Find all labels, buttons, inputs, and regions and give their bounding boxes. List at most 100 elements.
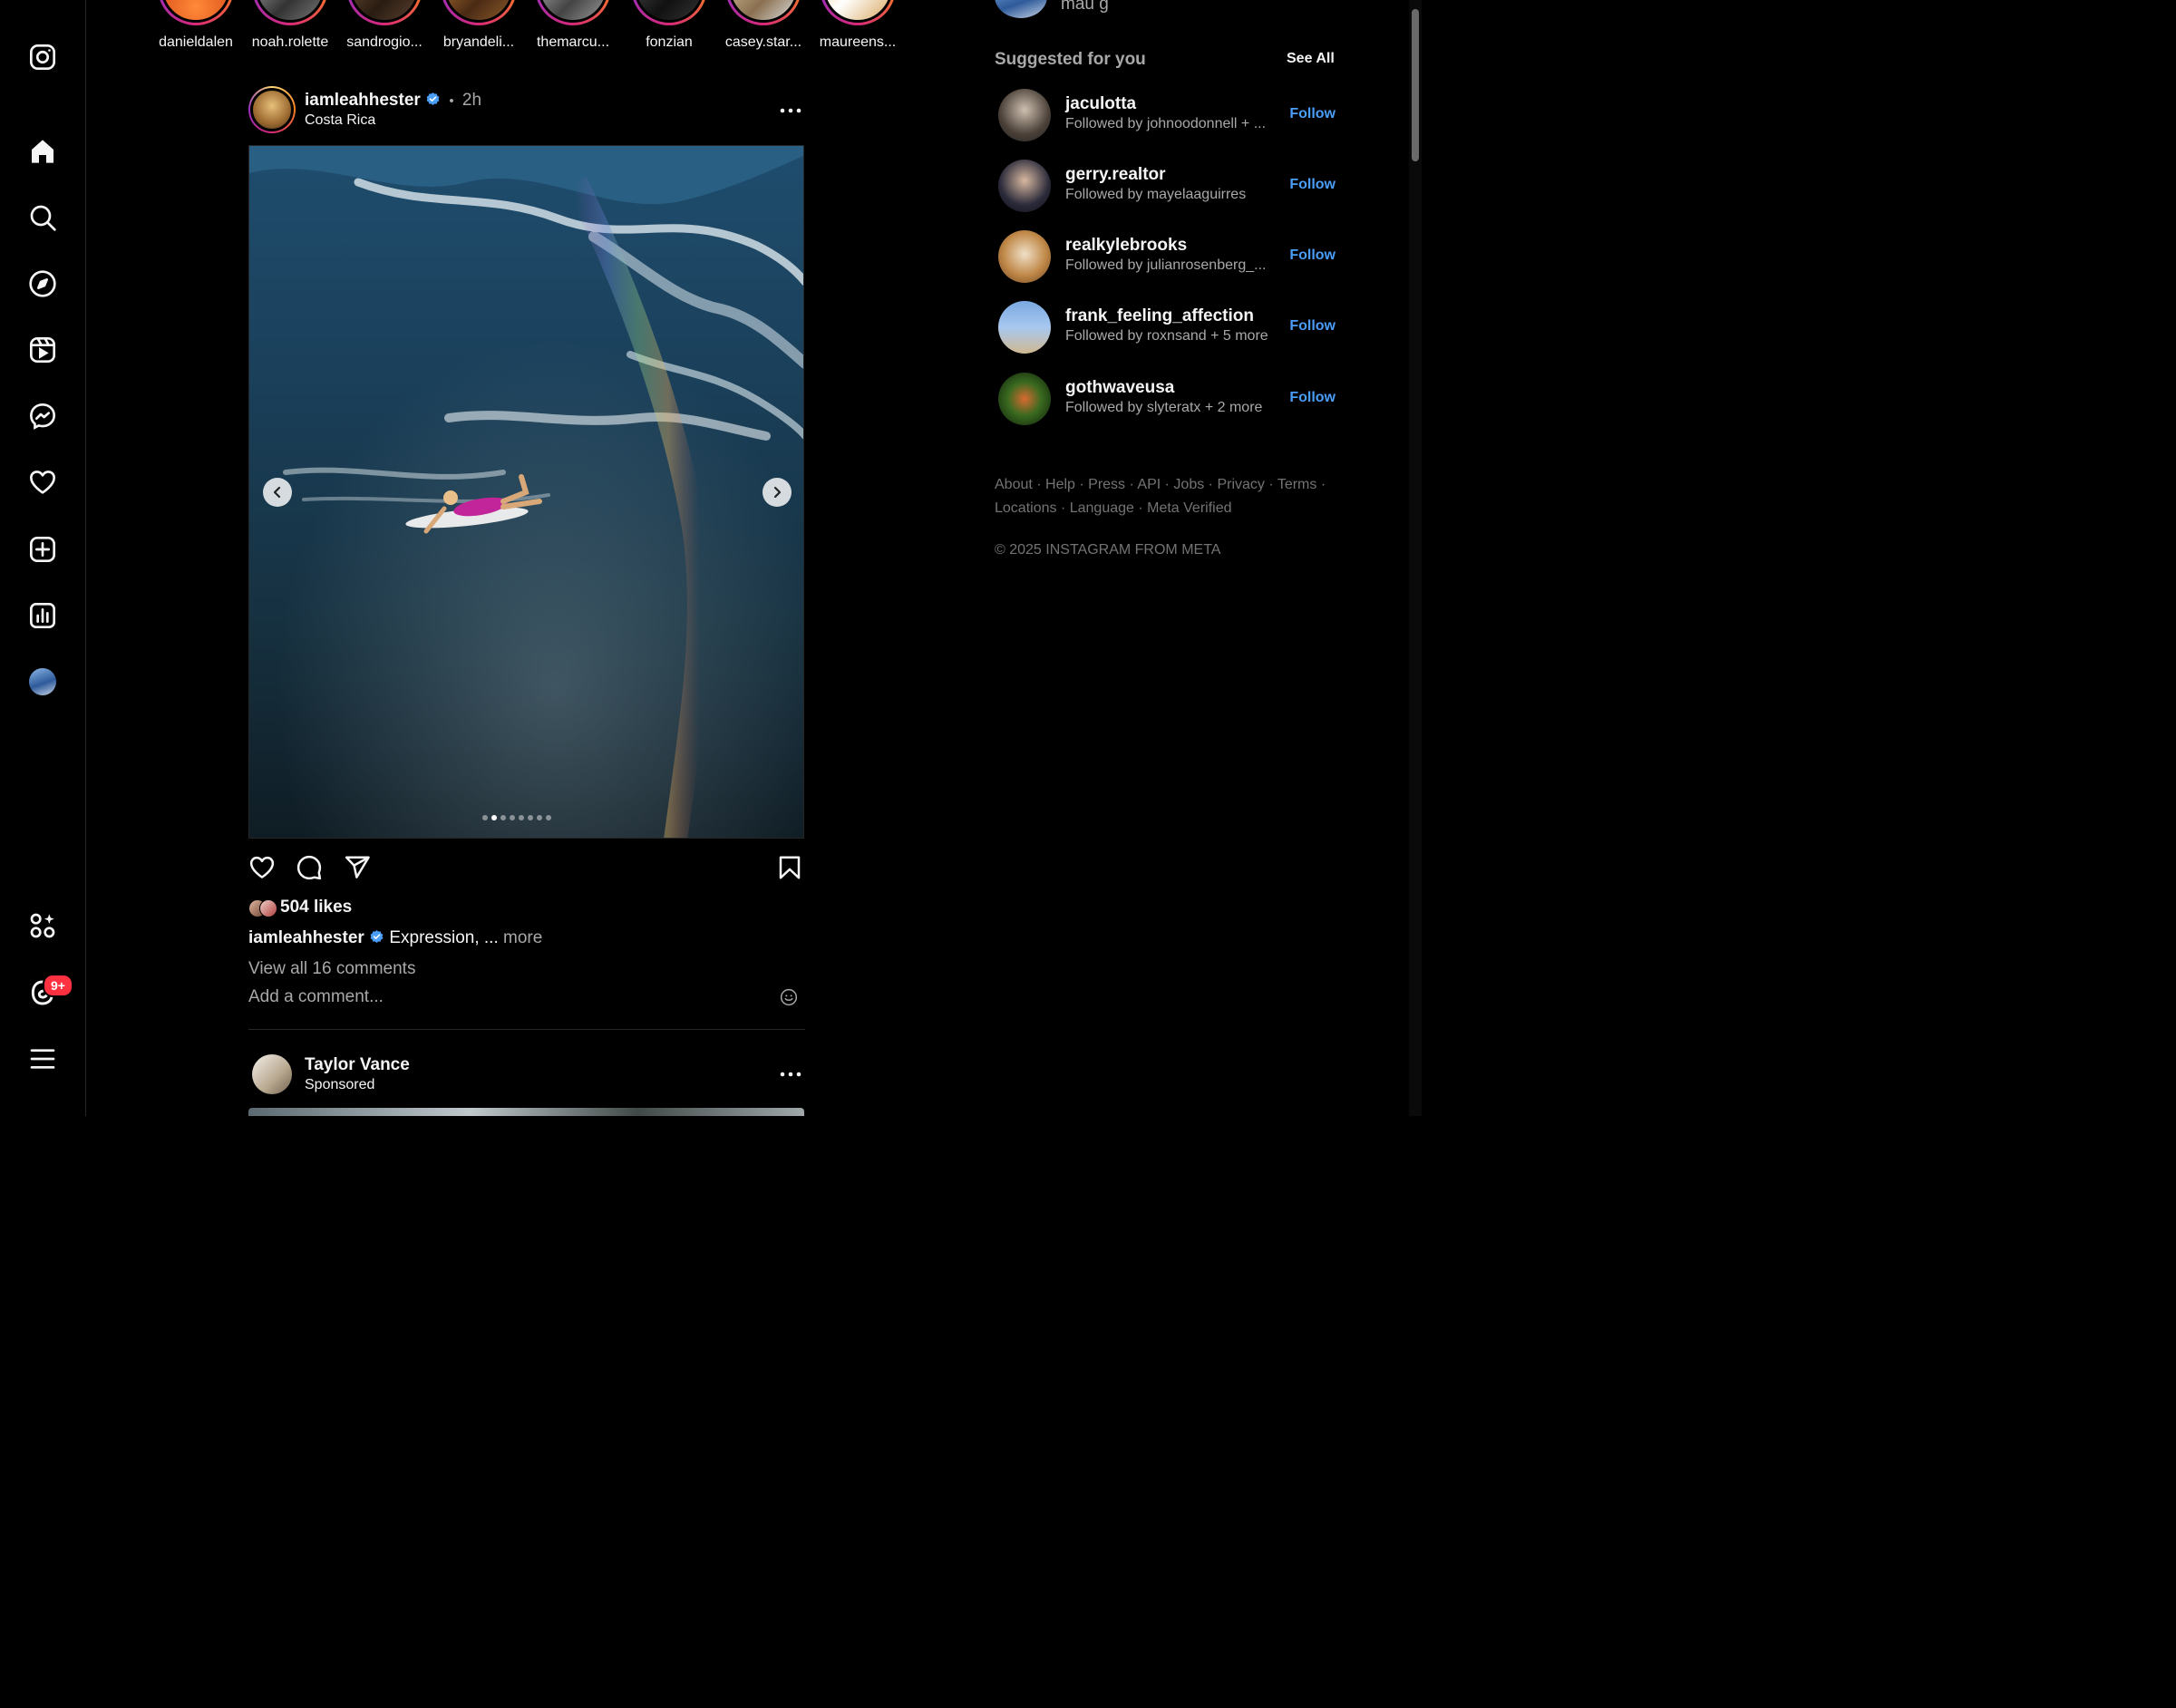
liker-avatars [248, 899, 277, 917]
carousel-next-button[interactable] [763, 478, 792, 507]
post-username[interactable]: iamleahhester [305, 91, 421, 110]
footer-separator: · [1032, 477, 1046, 492]
suggestion-username[interactable]: frank_feeling_affection [1065, 306, 1254, 326]
suggestion-row: jaculotta Followed by johnoodonnell + ..… [998, 89, 1336, 143]
current-user-avatar[interactable] [995, 0, 1047, 18]
story-item[interactable]: themarcu... [528, 0, 618, 51]
add-comment-input[interactable]: Add a comment... [248, 987, 756, 1007]
caption-more-link[interactable]: more [503, 928, 542, 947]
footer-link[interactable]: Language [1070, 500, 1134, 516]
footer-link[interactable]: Meta Verified [1147, 500, 1231, 516]
footer-link[interactable]: Locations [995, 500, 1057, 516]
suggestion-username[interactable]: gothwaveusa [1065, 378, 1174, 398]
footer-links: About · Help · Press · API · Jobs · Priv… [995, 473, 1339, 520]
suggestion-avatar[interactable] [998, 160, 1051, 212]
suggestion-row: gothwaveusa Followed by slyteratx + 2 mo… [998, 373, 1336, 427]
suggestion-avatar[interactable] [998, 301, 1051, 354]
suggestion-username[interactable]: gerry.realtor [1065, 165, 1166, 185]
suggestion-avatar[interactable] [998, 89, 1051, 141]
carousel-dot [482, 815, 488, 820]
notification-badge: 9+ [43, 974, 73, 997]
like-heart-icon[interactable] [248, 854, 277, 883]
reels-icon[interactable] [26, 334, 59, 366]
story-item[interactable]: maureens... [812, 0, 903, 51]
story-item[interactable]: casey.star... [718, 0, 809, 51]
suggestion-username[interactable]: jaculotta [1065, 94, 1136, 114]
follow-button[interactable]: Follow [1289, 177, 1336, 193]
suggestion-row: gerry.realtor Followed by mayelaaguirres… [998, 160, 1336, 214]
suggestion-row: frank_feeling_affection Followed by roxn… [998, 301, 1336, 355]
create-icon[interactable] [26, 533, 59, 566]
story-item[interactable]: bryandeli... [433, 0, 524, 51]
see-all-link[interactable]: See All [1287, 51, 1335, 67]
menu-icon[interactable] [26, 1043, 59, 1075]
comment-icon[interactable] [296, 854, 325, 883]
home-icon[interactable] [26, 135, 59, 168]
footer-link[interactable]: Press [1088, 477, 1125, 492]
carousel-dot [510, 815, 515, 820]
share-icon[interactable] [344, 854, 373, 883]
suggestion-avatar[interactable] [998, 230, 1051, 283]
messenger-icon[interactable] [26, 400, 59, 432]
story-item[interactable]: noah.rolette [245, 0, 335, 51]
header-separator: • [449, 93, 454, 109]
scrollbar-thumb[interactable] [1412, 9, 1419, 161]
footer-link[interactable]: Privacy [1217, 477, 1264, 492]
view-all-comments-link[interactable]: View all 16 comments [248, 959, 415, 979]
footer-separator: · [1074, 477, 1089, 492]
emoji-icon[interactable] [780, 988, 800, 1008]
explore-icon[interactable] [26, 267, 59, 300]
post-author-avatar[interactable] [248, 86, 296, 133]
story-username: themarcu... [536, 34, 610, 50]
footer-separator: · [1056, 500, 1070, 516]
post-media[interactable] [248, 145, 804, 839]
carousel-dot [491, 815, 497, 820]
suggestion-followed-by: Followed by roxnsand + 5 more [1065, 328, 1268, 344]
search-icon[interactable] [26, 201, 59, 234]
suggestion-followed-by: Followed by mayelaaguirres [1065, 187, 1247, 202]
sponsored-username[interactable]: Taylor Vance [305, 1055, 410, 1075]
sponsored-author-avatar[interactable] [252, 1054, 292, 1094]
caption-username[interactable]: iamleahhester [248, 928, 364, 947]
footer-link[interactable]: API [1137, 477, 1161, 492]
profile-avatar[interactable] [26, 665, 59, 698]
story-item[interactable]: danieldalen [151, 0, 241, 51]
footer-link[interactable]: Jobs [1173, 477, 1204, 492]
carousel-prev-button[interactable] [263, 478, 292, 507]
copyright: © 2025 INSTAGRAM FROM META [995, 542, 1221, 558]
sponsored-media[interactable] [248, 1108, 804, 1116]
follow-button[interactable]: Follow [1289, 247, 1336, 264]
footer-separator: · [1316, 477, 1326, 492]
save-bookmark-icon[interactable] [776, 854, 805, 883]
current-user-name[interactable]: mau g [1061, 0, 1109, 15]
post-divider [248, 1029, 805, 1030]
sponsored-label: Sponsored [305, 1077, 375, 1092]
heart-icon[interactable] [26, 466, 59, 499]
footer-link[interactable]: About [995, 477, 1033, 492]
follow-button[interactable]: Follow [1289, 106, 1336, 122]
likes-count[interactable]: 504 likes [280, 898, 352, 917]
verified-badge-icon [426, 92, 440, 105]
footer-link[interactable]: Help [1045, 477, 1075, 492]
dashboard-icon[interactable] [26, 599, 59, 632]
post-options-icon[interactable] [778, 1062, 803, 1087]
instagram-logo-icon[interactable] [26, 41, 59, 73]
carousel-dot [519, 815, 524, 820]
footer-separator: · [1125, 477, 1138, 492]
also-from-meta-icon[interactable] [26, 909, 59, 942]
scrollbar-track[interactable] [1409, 0, 1422, 1116]
story-username: bryandeli... [442, 34, 515, 50]
post-time[interactable]: 2h [462, 91, 481, 110]
carousel-dot [537, 815, 542, 820]
follow-button[interactable]: Follow [1289, 390, 1336, 406]
suggestion-username[interactable]: realkylebrooks [1065, 236, 1187, 256]
footer-link[interactable]: Terms [1277, 477, 1317, 492]
post-options-icon[interactable] [778, 98, 803, 123]
story-username: casey.star... [724, 34, 802, 50]
story-item[interactable]: fonzian [624, 0, 714, 51]
story-item[interactable]: sandrogio... [339, 0, 430, 51]
follow-button[interactable]: Follow [1289, 318, 1336, 335]
post-location[interactable]: Costa Rica [305, 112, 375, 129]
suggestions-title: Suggested for you [995, 50, 1146, 69]
suggestion-avatar[interactable] [998, 373, 1051, 425]
